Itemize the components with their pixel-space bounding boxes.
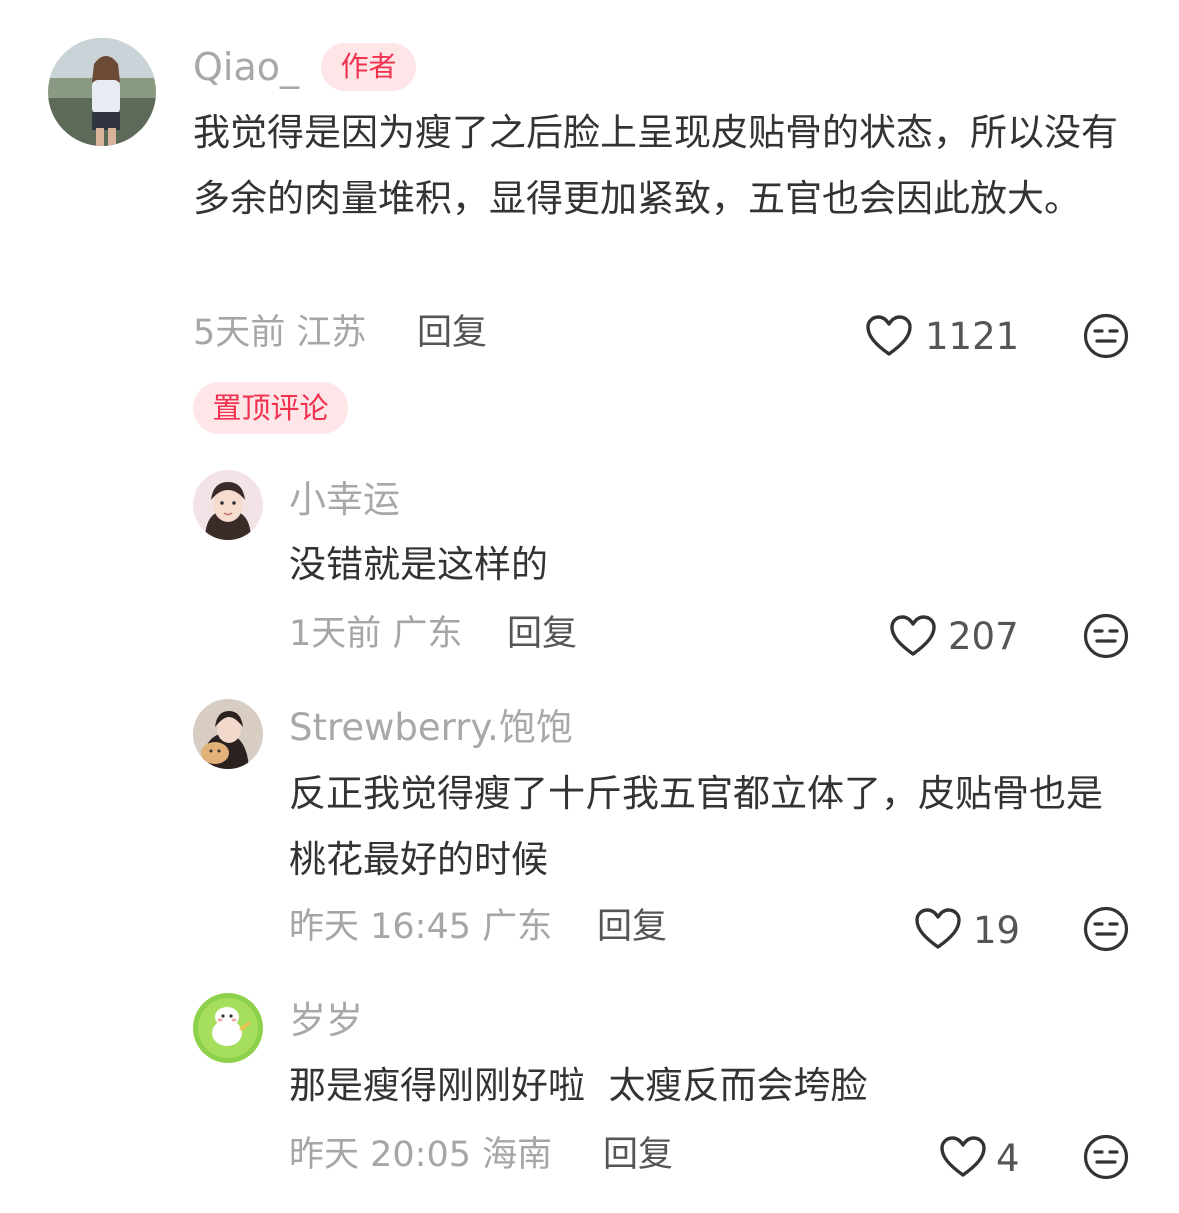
comment-location: 江苏 bbox=[296, 313, 367, 353]
like-count: 4 bbox=[996, 1137, 1020, 1180]
reply-text[interactable]: 没错就是这样的 bbox=[289, 532, 1119, 598]
comment-time: 5天前 bbox=[193, 313, 286, 353]
heart-outline-icon[interactable] bbox=[939, 1135, 987, 1179]
reply-meta: 1天前 广东 bbox=[289, 617, 462, 652]
reply-button[interactable]: 回复 bbox=[603, 1138, 673, 1173]
username[interactable]: Strewberry.饱饱 bbox=[289, 709, 573, 746]
avatar[interactable] bbox=[193, 699, 263, 769]
like-count: 19 bbox=[973, 909, 1021, 952]
reply-meta: 昨天 20:05 海南 bbox=[289, 1138, 552, 1173]
heart-outline-icon[interactable] bbox=[865, 314, 913, 358]
reply-text[interactable]: 反正我觉得瘦了十斤我五官都立体了，皮贴骨也是桃花最好的时候 bbox=[289, 761, 1129, 893]
like-count: 1121 bbox=[925, 315, 1020, 358]
comment-meta: 5天前 江苏 bbox=[193, 316, 366, 351]
heart-outline-icon[interactable] bbox=[914, 907, 962, 951]
reply-location: 广东 bbox=[392, 614, 463, 654]
meh-face-icon[interactable] bbox=[1083, 1134, 1129, 1180]
pinned-tag: 置顶评论 bbox=[193, 382, 348, 434]
meh-face-icon[interactable] bbox=[1083, 613, 1129, 659]
reply-text[interactable]: 那是瘦得刚刚好啦 太瘦反而会垮脸 bbox=[289, 1053, 1119, 1119]
meh-face-icon[interactable] bbox=[1083, 313, 1129, 359]
reply-location: 海南 bbox=[482, 1135, 553, 1175]
reply-meta: 昨天 16:45 广东 bbox=[289, 910, 552, 945]
username[interactable]: 小幸运 bbox=[289, 481, 400, 518]
reply-time: 昨天 16:45 bbox=[289, 907, 471, 947]
like-count: 207 bbox=[948, 615, 1019, 658]
username[interactable]: 岁岁 bbox=[289, 1002, 363, 1039]
avatar[interactable] bbox=[193, 470, 263, 540]
reply-time: 昨天 20:05 bbox=[289, 1135, 471, 1175]
avatar[interactable] bbox=[193, 993, 263, 1063]
comment-text[interactable]: 我觉得是因为瘦了之后脸上呈现皮贴骨的状态，所以没有多余的肉量堆积，显得更加紧致，… bbox=[193, 100, 1123, 232]
reply-button[interactable]: 回复 bbox=[507, 617, 577, 652]
meh-face-icon[interactable] bbox=[1083, 906, 1129, 952]
reply-button[interactable]: 回复 bbox=[597, 910, 667, 945]
avatar[interactable] bbox=[48, 38, 156, 146]
reply-time: 1天前 bbox=[289, 614, 382, 654]
heart-outline-icon[interactable] bbox=[889, 614, 937, 658]
username[interactable]: Qiao_ bbox=[193, 48, 299, 86]
reply-location: 广东 bbox=[482, 907, 553, 947]
author-tag: 作者 bbox=[321, 43, 416, 91]
reply-button[interactable]: 回复 bbox=[417, 316, 487, 351]
